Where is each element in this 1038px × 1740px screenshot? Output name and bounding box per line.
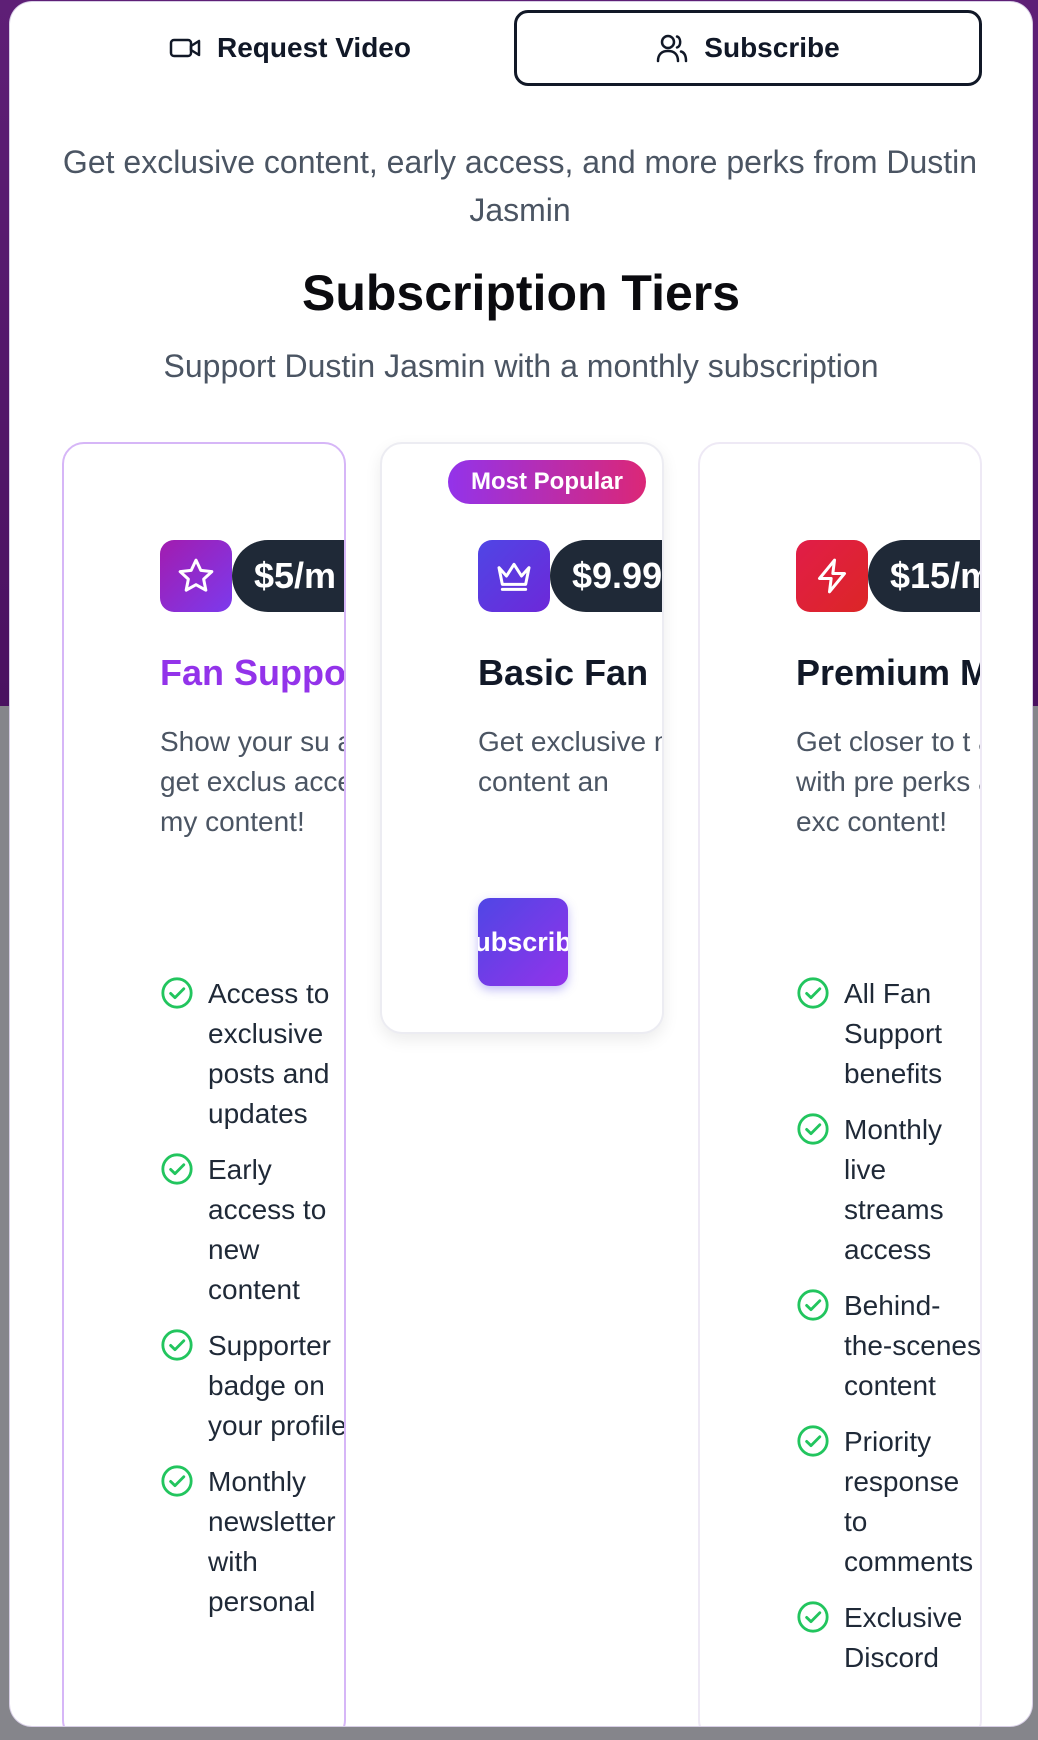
check-circle-icon: [797, 1289, 829, 1321]
feature-list: All Fan Support benefits Monthly live st…: [796, 974, 981, 1694]
feature-text: Access to exclusive posts and updates: [208, 978, 330, 1129]
crown-icon: [478, 540, 550, 612]
tab-request-video-label: Request Video: [217, 32, 411, 63]
feature-text: Behind-the-scenes content: [844, 1290, 981, 1401]
users-icon: [657, 34, 688, 63]
tier-card-premium[interactable]: $15/m Premium M Get closer to t action w…: [698, 442, 982, 1726]
tier-description: Get closer to t action with pre perks an…: [796, 726, 980, 837]
feature-item: Monthly live streams access: [796, 1110, 980, 1270]
feature-text: Priority response to comments: [844, 1426, 974, 1577]
feature-text: Monthly newsletter with personal: [208, 1466, 336, 1617]
price-badge: $9.99: [550, 540, 662, 612]
tier-card-fan-support[interactable]: $5/m Fan Suppor Show your su and get exc…: [62, 442, 346, 1726]
tab-subscribe-label: Subscribe: [704, 32, 840, 63]
tier-name: Basic Fan: [478, 652, 649, 693]
check-circle-icon: [161, 1153, 193, 1185]
price-badge: $5/m: [232, 540, 344, 612]
feature-text: Exclusive Discord: [844, 1602, 963, 1673]
feature-list: Access to exclusive posts and updates Ea…: [160, 974, 346, 1638]
feature-item: Exclusive Discord: [796, 1598, 980, 1678]
check-circle-icon: [161, 1465, 193, 1497]
feature-text: Monthly live streams access: [844, 1114, 944, 1265]
feature-item: Monthly newsletter with personal: [160, 1462, 344, 1622]
intro-text: Get exclusive content, early access, and…: [62, 144, 978, 228]
tier-card-basic-fan[interactable]: $9.99 Basic Fan Get exclusive my content…: [380, 442, 664, 1034]
most-popular-badge: Most Popular: [448, 460, 646, 504]
feature-text: Early access to new content: [208, 1154, 327, 1305]
tier-description: Get exclusive my content an: [478, 726, 662, 797]
tier-name: Fan Suppor: [160, 652, 346, 693]
feature-item: Access to exclusive posts and updates: [160, 974, 344, 1134]
check-circle-icon: [797, 977, 829, 1009]
feature-item: Early access to new content: [160, 1150, 344, 1310]
tab-request-video[interactable]: Request Video: [70, 10, 510, 86]
star-icon: [160, 540, 232, 612]
modal-tabs: Request Video Subscribe: [10, 2, 1032, 92]
feature-item: All Fan Support benefits: [796, 974, 980, 1094]
feature-text: All Fan Support benefits: [844, 978, 943, 1089]
price-badge: $15/m: [868, 540, 980, 612]
tab-subscribe[interactable]: Subscribe: [514, 10, 982, 86]
check-circle-icon: [797, 1113, 829, 1145]
subscribe-button[interactable]: ubscrib: [478, 898, 568, 986]
section-title: Subscription Tiers: [301, 265, 741, 321]
subscription-modal: Request Video Subscribe Get exclusive co…: [10, 2, 1032, 1726]
video-camera-icon: [169, 38, 201, 58]
check-circle-icon: [797, 1601, 829, 1633]
section-subtitle: Support Dustin Jasmin with a monthly sub…: [163, 348, 879, 384]
feature-item: Supporter badge on your profile: [160, 1326, 346, 1446]
check-circle-icon: [797, 1425, 829, 1457]
lightning-icon: [796, 540, 868, 612]
feature-text: Supporter badge on your profile: [208, 1330, 346, 1441]
tier-name: Premium M: [796, 652, 982, 693]
check-circle-icon: [161, 1329, 193, 1361]
tier-description: Show your su and get exclus access to my…: [160, 726, 344, 837]
feature-item: Priority response to comments: [796, 1422, 980, 1582]
check-circle-icon: [161, 977, 193, 1009]
feature-item: Behind-the-scenes content: [796, 1286, 981, 1406]
